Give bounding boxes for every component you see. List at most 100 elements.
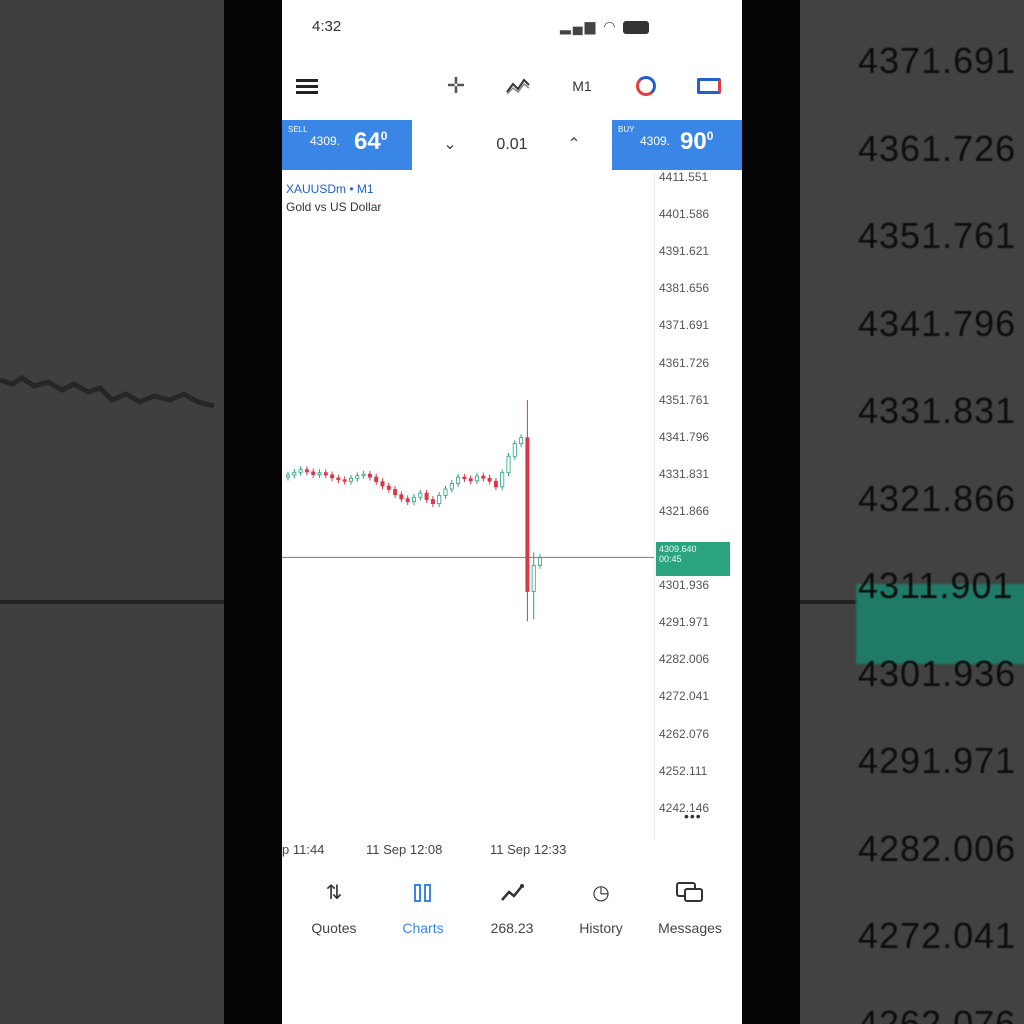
candle-body bbox=[317, 472, 322, 475]
background-zoom-tick: 4301.936 bbox=[858, 652, 1017, 694]
price-tick: 4291.971 bbox=[659, 615, 710, 630]
candle-body bbox=[361, 473, 366, 477]
tab-label: History bbox=[579, 920, 623, 936]
chart-toolbar: ✛ M1 bbox=[282, 60, 742, 112]
chart-area[interactable]: XAUUSDm • M1 Gold vs US Dollar 4411.551 4… bbox=[282, 170, 742, 840]
price-tick: 4341.796 bbox=[659, 429, 710, 444]
price-tick: 4321.866 bbox=[659, 503, 710, 518]
candle-body bbox=[481, 475, 486, 479]
sell-label: SELL bbox=[288, 125, 308, 134]
lot-increase-icon[interactable]: ⌃ bbox=[564, 134, 584, 154]
candle-body bbox=[298, 469, 303, 473]
battery-icon bbox=[623, 20, 650, 34]
background-zoom-tick: 4321.866 bbox=[858, 477, 1017, 519]
tab-quotes[interactable]: ⇅ Quotes bbox=[289, 880, 379, 936]
price-tick: 4411.551 bbox=[659, 170, 709, 184]
background-right-blur: 4371.691 4361.726 4351.761 4341.796 4331.831… bbox=[800, 0, 1024, 1024]
price-tick: 4331.831 bbox=[659, 466, 710, 481]
tab-messages[interactable]: Messages bbox=[645, 880, 735, 936]
current-price-badge: 4309.640 00:45 bbox=[656, 542, 730, 576]
time-axis: p 11:44 11 Sep 12:08 11 Sep 12:33 bbox=[282, 840, 742, 866]
new-order-icon[interactable] bbox=[694, 72, 724, 100]
candle-body bbox=[424, 492, 429, 500]
lot-size-input[interactable]: 0.01 bbox=[482, 136, 542, 154]
price-tick: 4262.076 bbox=[659, 726, 710, 741]
objects-icon[interactable] bbox=[632, 72, 660, 100]
background-zoom-tick: 4272.041 bbox=[858, 915, 1017, 956]
background-zoom-tick: 4371.691 bbox=[858, 40, 1017, 81]
candle-body bbox=[399, 494, 404, 500]
price-tick: 4361.726 bbox=[659, 355, 710, 370]
candle-body bbox=[330, 474, 335, 479]
candle-timer: 00:45 bbox=[659, 554, 682, 564]
background-left-blur bbox=[0, 0, 224, 1024]
candle-body bbox=[292, 471, 297, 476]
indicators-glyph bbox=[506, 78, 530, 95]
tab-label: Messages bbox=[658, 920, 722, 936]
candle-body bbox=[449, 483, 454, 490]
buy-price-prefix: 4309. bbox=[640, 134, 671, 148]
wifi-icon: ◠ bbox=[603, 18, 618, 34]
background-bid-line bbox=[0, 600, 224, 604]
status-icons: ▂▄▆ ◠ bbox=[560, 18, 650, 35]
candle-body bbox=[430, 499, 435, 504]
timeframe-button[interactable]: M1 bbox=[567, 72, 597, 100]
price-tick: 4371.691 bbox=[659, 318, 710, 333]
background-zoom-tick: 4282.006 bbox=[858, 827, 1017, 869]
letterbox-left bbox=[224, 0, 282, 1024]
messages-icon bbox=[645, 880, 735, 910]
quotes-icon: ⇅ bbox=[325, 882, 343, 904]
sell-button[interactable]: SELL 4309. 640 bbox=[282, 120, 412, 170]
candle-body bbox=[286, 474, 291, 478]
candle-body bbox=[323, 472, 328, 476]
candlestick-plot[interactable] bbox=[282, 172, 654, 840]
background-zoom-tick: 4341.796 bbox=[858, 302, 1017, 344]
tab-charts[interactable]: Charts bbox=[378, 880, 468, 936]
price-tick: 4282.006 bbox=[659, 652, 710, 667]
menu-icon[interactable] bbox=[294, 72, 320, 100]
candle-body bbox=[342, 479, 347, 482]
background-candles bbox=[0, 375, 215, 409]
indicators-icon[interactable] bbox=[504, 72, 532, 100]
candle-body bbox=[336, 477, 341, 481]
more-dots-icon[interactable]: ••• bbox=[684, 808, 702, 824]
candle-body bbox=[386, 485, 391, 490]
chart-symbol: XAUUSDm • M1 bbox=[286, 182, 374, 196]
candle-body bbox=[500, 472, 505, 488]
candle-body bbox=[349, 477, 354, 482]
candle-body bbox=[493, 480, 498, 488]
lot-decrease-icon[interactable]: ⌄ bbox=[440, 134, 460, 154]
time-label: p 11:44 bbox=[282, 842, 325, 857]
candle-body bbox=[418, 492, 423, 498]
candle-body bbox=[537, 557, 542, 566]
letterbox-right bbox=[742, 0, 800, 1024]
candle-body bbox=[393, 489, 398, 496]
buy-label: BUY bbox=[618, 125, 635, 134]
crosshair-icon[interactable]: ✛ bbox=[442, 72, 470, 100]
candle-body bbox=[367, 473, 372, 478]
price-tick: 4381.656 bbox=[659, 281, 710, 296]
charts-glyph bbox=[414, 884, 431, 902]
candle-body bbox=[405, 498, 410, 503]
buy-button[interactable]: BUY 4309. 900 bbox=[612, 120, 742, 170]
history-icon: ◷ bbox=[592, 882, 610, 904]
background-zoom-tick: 4311.901 bbox=[858, 565, 1014, 606]
candle-body bbox=[380, 481, 385, 487]
price-axis[interactable]: 4411.551 4401.586 4391.621 4381.656 4371.691… bbox=[654, 170, 742, 840]
candle-body bbox=[474, 475, 479, 482]
buy-price-big: 900 bbox=[680, 128, 714, 155]
status-time: 4:32 bbox=[312, 18, 342, 35]
candle-body bbox=[506, 455, 511, 474]
tab-trade[interactable]: 268.23 bbox=[467, 880, 557, 936]
background-zoom-tick: 4351.761 bbox=[858, 215, 1017, 256]
price-tick: 4391.621 bbox=[659, 244, 710, 259]
sell-price-prefix: 4309. bbox=[310, 134, 341, 148]
candle-body bbox=[304, 469, 309, 473]
tab-label: Quotes bbox=[311, 920, 357, 936]
trade-tab-icon bbox=[467, 880, 557, 910]
one-click-trading-panel: SELL 4309. 640 ⌄ 0.01 ⌃ BUY 4309. 900 bbox=[282, 120, 742, 172]
price-tick: 4252.111 bbox=[659, 763, 708, 778]
price-tick: 4272.041 bbox=[659, 689, 710, 704]
tab-history[interactable]: ◷ History bbox=[556, 880, 646, 936]
charts-icon bbox=[378, 880, 468, 910]
